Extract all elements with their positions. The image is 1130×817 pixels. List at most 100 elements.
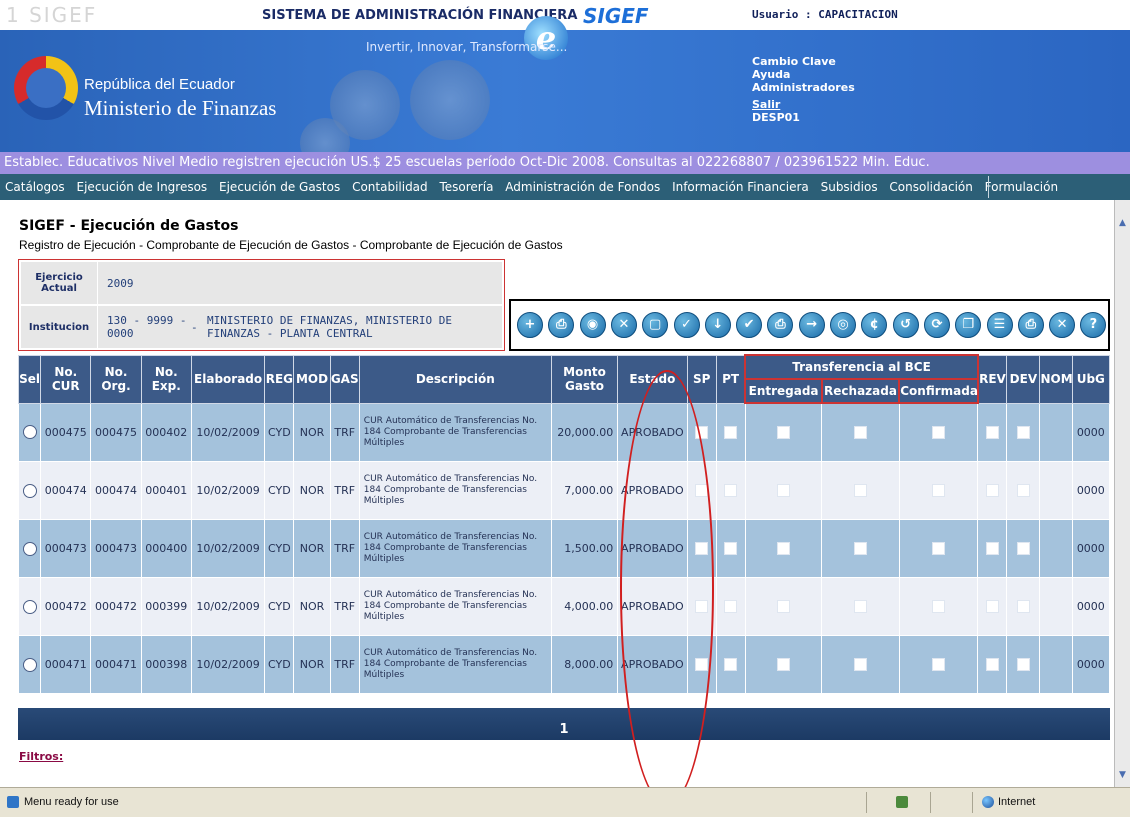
dev-checkbox[interactable]: [1016, 600, 1030, 614]
menu-item-ejecucion-ingresos[interactable]: Ejecución de Ingresos: [77, 180, 208, 194]
table-row[interactable]: 000473 000473 000400 10/02/2009 CYD NOR TRF CUR…: [17, 519, 1111, 578]
menu-item-ejecucion-gastos[interactable]: Ejecución de Gastos: [219, 180, 340, 194]
menu-item-formulacion[interactable]: Formulación: [985, 180, 1058, 194]
filtros-link[interactable]: Filtros:: [19, 750, 63, 763]
pt-checkbox[interactable]: [724, 484, 738, 498]
sp-checkbox[interactable]: [695, 426, 709, 439]
copy-doc-icon[interactable]: ❐: [955, 312, 982, 338]
row-select-radio[interactable]: [22, 541, 37, 556]
entregada-checkbox[interactable]: [777, 600, 791, 614]
col-org: No. Org.: [90, 354, 142, 404]
entregada-checkbox[interactable]: [777, 426, 791, 440]
rechazada-checkbox[interactable]: [854, 484, 867, 498]
delete-doc-icon[interactable]: ✕: [610, 312, 637, 338]
entregada-checkbox[interactable]: [777, 658, 791, 672]
list-doc-icon[interactable]: ☰: [986, 312, 1013, 338]
rechazada-checkbox[interactable]: [854, 426, 867, 440]
print-icon[interactable]: ⎙: [767, 312, 794, 338]
cambio-clave-link[interactable]: Cambio Clave: [752, 55, 855, 68]
sp-checkbox[interactable]: [695, 658, 709, 672]
add-doc-icon[interactable]: +: [517, 312, 543, 338]
verify-icon[interactable]: ↓: [704, 312, 731, 338]
administradores-link[interactable]: Administradores: [752, 81, 855, 94]
row-select-radio[interactable]: [22, 599, 37, 614]
row-select-radio[interactable]: [22, 425, 37, 440]
select-cell: [17, 577, 42, 636]
menu-item-consolidacion[interactable]: Consolidación: [889, 180, 972, 194]
pt-checkbox[interactable]: [724, 658, 738, 672]
sp-checkbox[interactable]: [695, 600, 709, 614]
estado-cell: APROBADO: [617, 461, 688, 520]
next-doc-icon[interactable]: →: [798, 312, 825, 338]
menu-item-contabilidad[interactable]: Contabilidad: [352, 180, 428, 194]
currency-icon[interactable]: ¢: [861, 312, 888, 338]
refresh-icon[interactable]: ⟳: [923, 312, 950, 338]
print-alt-icon[interactable]: ⎙: [1017, 312, 1044, 338]
menu-item-subsidios[interactable]: Subsidios: [821, 180, 878, 194]
confirmada-checkbox[interactable]: [931, 484, 945, 498]
nom-cell: [1039, 519, 1073, 578]
approve-doc-icon[interactable]: ✓: [673, 312, 700, 338]
close-icon[interactable]: ✕: [1049, 312, 1076, 338]
dev-checkbox[interactable]: [1016, 542, 1030, 556]
rev-checkbox[interactable]: [985, 542, 999, 556]
confirmada-cell: [898, 402, 979, 462]
page-link-1[interactable]: 1: [559, 722, 568, 737]
estado-cell: APROBADO: [617, 519, 688, 578]
entregada-checkbox[interactable]: [777, 542, 791, 556]
rechazada-checkbox[interactable]: [854, 542, 867, 556]
sp-checkbox[interactable]: [695, 542, 709, 556]
rev-checkbox[interactable]: [985, 600, 999, 614]
scroll-up-icon[interactable]: ▲: [1117, 218, 1128, 229]
table-row[interactable]: 000471 000471 000398 10/02/2009 CYD NOR TRF CUR…: [17, 635, 1111, 694]
confirmada-checkbox[interactable]: [931, 600, 945, 614]
rev-cell: [977, 635, 1008, 694]
header-links: Cambio Clave Ayuda Administradores Salir…: [752, 55, 855, 124]
col-estado: Estado: [617, 354, 688, 404]
rev-checkbox[interactable]: [985, 484, 999, 498]
sp-cell: [686, 577, 717, 636]
menu-item-informacion-financiera[interactable]: Información Financiera: [672, 180, 809, 194]
table-row[interactable]: 000472 000472 000399 10/02/2009 CYD NOR TRF CUR…: [17, 577, 1111, 636]
pt-checkbox[interactable]: [724, 426, 738, 439]
vertical-scrollbar[interactable]: ▲ ▼: [1114, 200, 1130, 787]
sp-checkbox[interactable]: [695, 484, 709, 498]
ayuda-link[interactable]: Ayuda: [752, 68, 855, 81]
rechazada-checkbox[interactable]: [854, 658, 867, 672]
row-select-radio[interactable]: [22, 657, 37, 672]
pt-checkbox[interactable]: [724, 542, 738, 556]
clipboard-icon[interactable]: ▢: [642, 312, 669, 338]
menu-item-administracion-fondos[interactable]: Administración de Fondos: [505, 180, 660, 194]
confirmada-checkbox[interactable]: [931, 542, 945, 556]
announcement-ticker: Establec. Educativos Nivel Medio registr…: [0, 152, 1130, 174]
help-icon[interactable]: ?: [1080, 312, 1107, 338]
nom-cell: [1039, 577, 1073, 636]
table-row[interactable]: 000475 000475 000402 10/02/2009 CYD NOR TRF CUR…: [17, 402, 1111, 462]
dev-checkbox[interactable]: [1016, 658, 1030, 672]
rev-checkbox[interactable]: [985, 426, 999, 439]
rechazada-checkbox[interactable]: [854, 600, 867, 614]
confirmada-checkbox[interactable]: [931, 426, 945, 440]
menu-item-tesoreria[interactable]: Tesorería: [439, 180, 493, 194]
select-cell: [17, 519, 42, 578]
table-row[interactable]: 000474 000474 000401 10/02/2009 CYD NOR TRF CUR…: [17, 461, 1111, 520]
row-select-radio[interactable]: [22, 483, 37, 498]
rev-checkbox[interactable]: [985, 658, 999, 672]
search-doc-icon[interactable]: ◎: [830, 312, 856, 338]
save-doc-icon[interactable]: ⎙: [548, 312, 575, 338]
view-doc-icon[interactable]: ◉: [579, 312, 606, 338]
pt-cell: [715, 519, 746, 578]
dev-checkbox[interactable]: [1016, 484, 1030, 498]
dev-checkbox[interactable]: [1016, 426, 1030, 439]
status-divider: [930, 792, 931, 813]
check-icon[interactable]: ✔: [736, 312, 763, 338]
salir-link[interactable]: Salir: [752, 98, 855, 111]
col-mod: MOD: [293, 354, 331, 404]
entregada-checkbox[interactable]: [777, 484, 791, 498]
history-icon[interactable]: ↺: [892, 312, 919, 338]
confirmada-checkbox[interactable]: [931, 658, 945, 672]
menu-item-catalogos[interactable]: Catálogos: [5, 180, 65, 194]
scroll-down-icon[interactable]: ▼: [1117, 770, 1128, 781]
pt-checkbox[interactable]: [724, 600, 738, 614]
cur-cell: 000472: [40, 577, 92, 636]
